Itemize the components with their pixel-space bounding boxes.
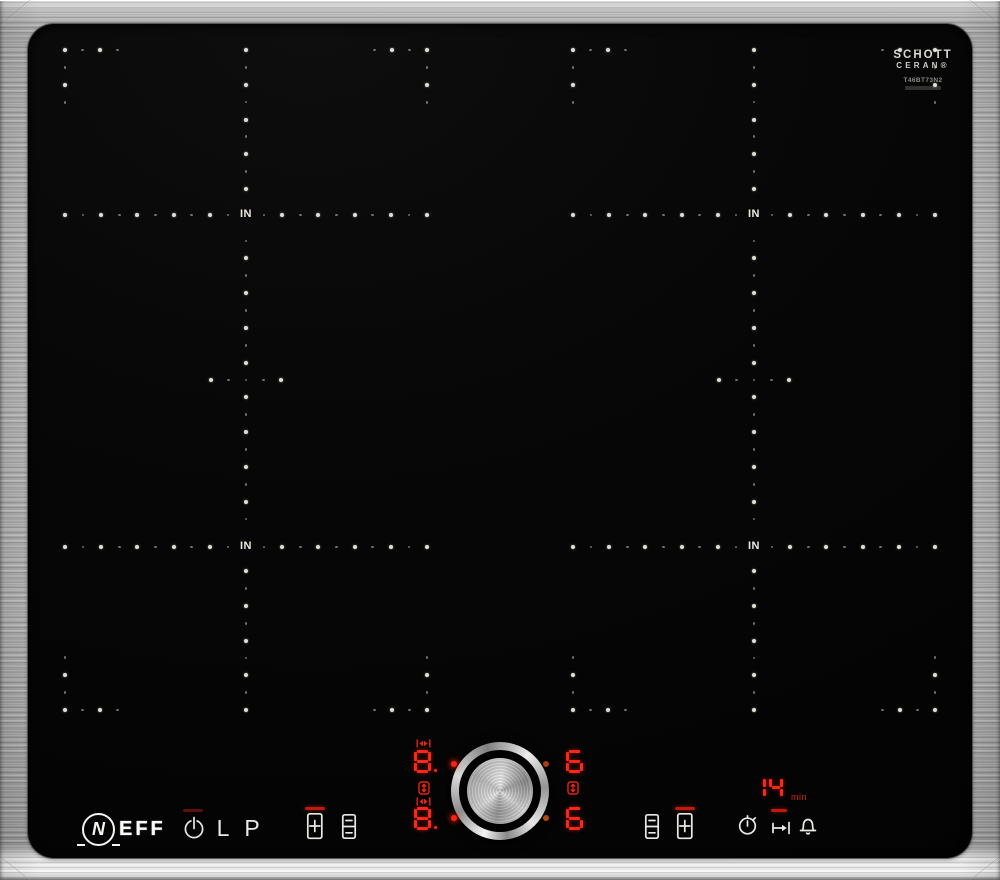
neff-wordmark: EFF xyxy=(119,818,166,841)
timer-end-indicator-bar xyxy=(771,809,787,812)
power-indicator-bar xyxy=(183,809,203,812)
timer-end-icon xyxy=(769,818,793,838)
control-panel: N EFF L P xyxy=(28,24,972,858)
stopwatch-key[interactable] xyxy=(736,813,760,842)
power-standby-icon xyxy=(180,814,208,842)
flex-zone-right-key[interactable] xyxy=(644,813,660,845)
level-display-front-left xyxy=(414,807,437,830)
frame-miter xyxy=(0,0,30,26)
level-display-back-right xyxy=(566,750,583,773)
neff-logo: N EFF xyxy=(82,813,166,846)
move-pot-icon xyxy=(567,781,579,795)
ceramic-glass: SCHOTT CERAN® T46BT73N2 ININININ N EFF xyxy=(28,24,972,858)
move-pot-icon xyxy=(418,781,430,795)
connect-right-indicator-bar xyxy=(675,807,695,810)
power-boost-key[interactable]: P xyxy=(240,813,264,843)
plus-zone-icon xyxy=(306,812,324,840)
bell-icon xyxy=(795,813,821,839)
child-lock-key[interactable]: L xyxy=(211,813,235,843)
timer-end-key[interactable] xyxy=(769,818,793,843)
timer-unit-label: min xyxy=(791,792,807,802)
connect-left-indicator-bar xyxy=(305,807,325,810)
power-key[interactable] xyxy=(180,814,208,842)
split-zone-icon xyxy=(644,813,660,840)
twistpad-knob[interactable] xyxy=(467,758,533,824)
level-display-back-left xyxy=(414,750,437,773)
zone-select-dot xyxy=(543,815,549,821)
frame-miter xyxy=(970,856,1000,880)
bridge-zones-icon xyxy=(416,739,431,748)
connect-zone-left-key[interactable] xyxy=(306,812,324,845)
frame-miter xyxy=(970,0,1000,26)
level-display-front-right xyxy=(566,807,583,830)
split-zone-icon xyxy=(341,813,357,840)
zone-select-dot xyxy=(451,815,457,821)
neff-emblem: N xyxy=(82,813,115,846)
connect-zone-right-key[interactable] xyxy=(676,812,694,845)
neff-emblem-letter: N xyxy=(84,815,113,844)
induction-hob: SCHOTT CERAN® T46BT73N2 ININININ N EFF xyxy=(0,0,1000,880)
frame-miter xyxy=(0,856,30,880)
zone-select-dot xyxy=(543,761,549,767)
plus-zone-icon xyxy=(676,812,694,840)
bell-key[interactable] xyxy=(795,813,821,844)
flex-zone-left-key[interactable] xyxy=(341,813,357,845)
bridge-zones-icon xyxy=(416,797,431,806)
zone-select-dot xyxy=(451,761,457,767)
stopwatch-icon xyxy=(736,813,760,837)
timer-display xyxy=(752,777,783,798)
